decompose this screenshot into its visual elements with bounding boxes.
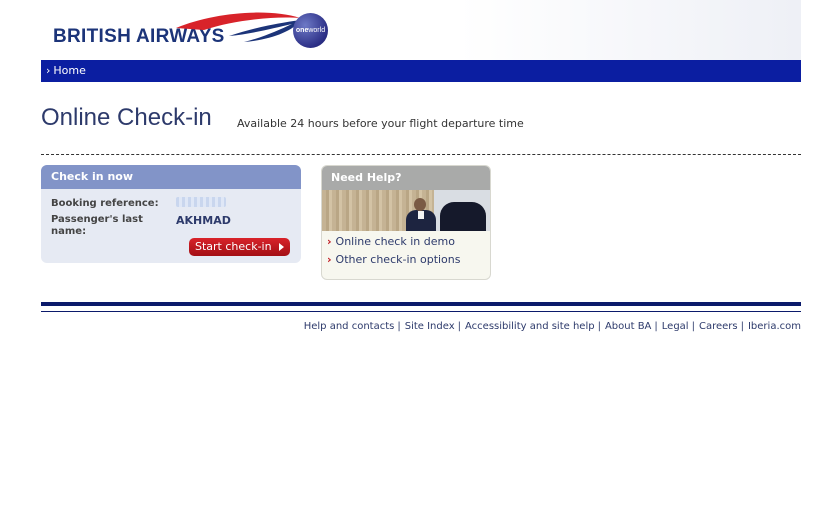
footer-rule xyxy=(41,311,801,312)
arrow-right-icon xyxy=(279,243,284,251)
page-subtitle: Available 24 hours before your flight de… xyxy=(237,117,524,130)
footer-link-accessibility[interactable]: Accessibility and site help xyxy=(465,321,595,332)
nav-home-link[interactable]: › Home xyxy=(46,64,86,77)
passenger-last-name-value: AKHMAD xyxy=(176,214,231,227)
oneworld-logo: oneworld xyxy=(293,13,328,48)
chevron-right-icon: › xyxy=(327,253,332,266)
site-header: BRITISH AIRWAYS oneworld xyxy=(41,0,801,60)
booking-reference-label: Booking reference: xyxy=(51,198,159,209)
booking-reference-value xyxy=(176,197,226,207)
speedmarque-icon xyxy=(176,12,301,42)
help-panel: Need Help? › Online check in demo › Other … xyxy=(321,165,491,280)
start-checkin-button[interactable]: Start check-in xyxy=(189,238,290,256)
passenger-last-name-label: Passenger's last name: xyxy=(51,214,143,237)
footer-links: Help and contacts | Site Index | Accessibili… xyxy=(303,321,801,332)
page-title: Online Check-in xyxy=(41,104,212,131)
footer-link-site-index[interactable]: Site Index xyxy=(405,321,455,332)
footer-link-careers[interactable]: Careers xyxy=(699,321,738,332)
help-photo xyxy=(322,190,490,231)
checkin-heading: Check in now xyxy=(41,165,301,189)
chevron-right-icon: › xyxy=(327,235,332,248)
checkin-panel: Check in now Booking reference: Passenge… xyxy=(41,165,301,263)
footer-bar xyxy=(41,302,801,306)
chevron-right-icon: › xyxy=(46,64,51,77)
footer-link-legal[interactable]: Legal xyxy=(662,321,689,332)
footer-link-iberia[interactable]: Iberia.com xyxy=(748,321,801,332)
help-heading: Need Help? xyxy=(322,166,490,190)
nav-bar: › Home xyxy=(41,60,801,82)
online-checkin-demo-link[interactable]: › Online check in demo xyxy=(327,235,455,248)
other-checkin-options-link[interactable]: › Other check-in options xyxy=(327,253,461,266)
footer-link-help[interactable]: Help and contacts xyxy=(304,321,395,332)
divider xyxy=(41,154,801,155)
footer-link-about[interactable]: About BA xyxy=(605,321,651,332)
